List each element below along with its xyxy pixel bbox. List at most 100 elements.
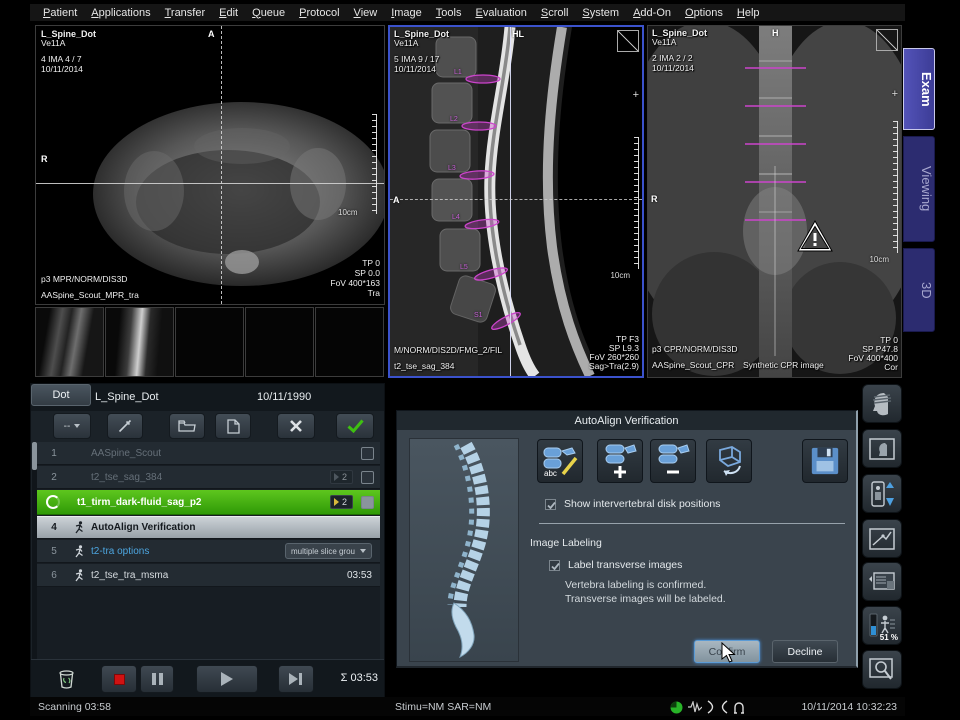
image-review-button[interactable] bbox=[862, 429, 902, 468]
menu-protocol[interactable]: Protocol bbox=[292, 7, 346, 19]
menu-scroll[interactable]: Scroll bbox=[534, 7, 576, 19]
viewport-axial[interactable]: L_Spine_Dot Ve11A 4 IMA 4 / 7 10/11/2014… bbox=[35, 25, 385, 305]
vp1-orientation-top: A bbox=[208, 29, 215, 39]
thumbnail-sagittal-2[interactable] bbox=[105, 307, 174, 377]
vp1-date: 10/11/2014 bbox=[41, 64, 83, 74]
show-disks-checkbox-row[interactable]: Show intervertebral disk positions bbox=[545, 498, 720, 510]
thumbnail-empty-1[interactable] bbox=[175, 307, 244, 377]
cancel-step-button[interactable] bbox=[277, 413, 315, 439]
table-position-button[interactable] bbox=[862, 474, 902, 513]
vp3-software-version: Ve11A bbox=[652, 37, 676, 47]
vp3-scale-ruler bbox=[893, 121, 898, 253]
close-icon bbox=[289, 419, 303, 433]
vp1-fov: FoV 400*163 bbox=[330, 278, 380, 288]
audio-left-icon bbox=[720, 700, 728, 714]
menu-transfer[interactable]: Transfer bbox=[158, 7, 213, 19]
decline-button[interactable]: Decline bbox=[772, 640, 838, 663]
layout-panel-button[interactable] bbox=[862, 562, 902, 601]
axial-mri-image bbox=[36, 26, 384, 304]
image-search-button[interactable] bbox=[862, 650, 902, 689]
dot-engine-button[interactable]: Dot bbox=[31, 384, 91, 406]
thumbnail-empty-3[interactable] bbox=[315, 307, 384, 377]
menu-patient[interactable]: Patient bbox=[36, 7, 84, 19]
series-stamp-icon[interactable] bbox=[361, 471, 374, 484]
series-stamp-icon[interactable] bbox=[361, 496, 374, 509]
image-head-icon bbox=[869, 438, 895, 460]
step-row-aaspine-scout[interactable]: 1 AASpine_Scout bbox=[37, 442, 380, 465]
copy-step-button[interactable] bbox=[215, 413, 251, 439]
viewport-sagittal[interactable]: L1 L2 L3 L4 L5 S1 L_Spine_Dot Ve11A 5 IM… bbox=[388, 25, 644, 378]
step-row-t1-tirm-running[interactable]: t1_tirm_dark-fluid_sag_p2 2 bbox=[37, 490, 380, 515]
vp2-date: 10/11/2014 bbox=[394, 64, 436, 74]
open-protocol-button[interactable] bbox=[169, 413, 205, 439]
step-row-autoalign-selected[interactable]: 4 AutoAlign Verification bbox=[37, 516, 380, 539]
skip-step-button[interactable] bbox=[278, 665, 314, 693]
menu-applications[interactable]: Applications bbox=[84, 7, 157, 19]
apply-step-button[interactable] bbox=[336, 413, 374, 439]
viewport-coronal[interactable]: L_Spine_Dot Ve11A 2 IMA 2 / 2 10/11/2014… bbox=[647, 25, 902, 378]
vp2-corner-handle-icon[interactable] bbox=[617, 30, 639, 52]
dialog-title: AutoAlign Verification bbox=[397, 411, 856, 430]
sar-monitor-button[interactable]: 51 % bbox=[862, 606, 902, 645]
menu-view[interactable]: View bbox=[347, 7, 385, 19]
step-row-t2-tse-sag[interactable]: 2 t2_tse_sag_384 2 bbox=[37, 466, 380, 489]
vp3-corner-handle-icon[interactable] bbox=[876, 29, 898, 51]
tab-viewing[interactable]: Viewing bbox=[903, 136, 935, 242]
stop-icon bbox=[114, 674, 125, 685]
slice-group-dropdown[interactable]: multiple slice grou bbox=[285, 543, 372, 559]
reset-view-tool[interactable] bbox=[706, 439, 752, 483]
disk-label-l2: L2 bbox=[450, 116, 458, 123]
step-row-t2-tra-options[interactable]: 5 t2-tra options multiple slice grou bbox=[37, 540, 380, 563]
series-stamp-icon[interactable] bbox=[361, 447, 374, 460]
checkbox-checked-icon[interactable] bbox=[545, 499, 556, 510]
stop-scan-button[interactable] bbox=[101, 665, 137, 693]
step-row-t2-tse-tra[interactable]: 6 t2_tse_tra_msma 03:53 bbox=[37, 564, 380, 587]
pause-icon bbox=[152, 673, 163, 685]
delete-queue-button[interactable] bbox=[51, 665, 81, 693]
divider bbox=[539, 523, 845, 524]
inline-display-button[interactable] bbox=[862, 519, 902, 558]
vp2-plus-marker: + bbox=[633, 89, 639, 101]
menu-image[interactable]: Image bbox=[384, 7, 429, 19]
label-vertebra-tool[interactable]: abc bbox=[537, 439, 583, 483]
label-transverse-checkbox-row[interactable]: Label transverse images bbox=[549, 559, 682, 571]
menu-evaluation[interactable]: Evaluation bbox=[468, 7, 533, 19]
menu-help[interactable]: Help bbox=[730, 7, 767, 19]
vp3-image-counter: 2 IMA 2 / 2 bbox=[652, 53, 693, 63]
step-label: AutoAlign Verification bbox=[91, 522, 380, 533]
thumbnail-sagittal-1[interactable] bbox=[35, 307, 104, 377]
menu-tools[interactable]: Tools bbox=[429, 7, 469, 19]
tab-exam[interactable]: Exam bbox=[903, 48, 935, 130]
patient-registration-button[interactable] bbox=[862, 384, 902, 423]
menu-bar: Patient Applications Transfer Edit Queue… bbox=[30, 4, 905, 22]
checkbox-checked-icon[interactable] bbox=[549, 560, 560, 571]
head-icon bbox=[870, 391, 894, 417]
pause-scan-button[interactable] bbox=[140, 665, 174, 693]
continue-scan-button[interactable] bbox=[196, 665, 258, 693]
add-vertebra-tool[interactable] bbox=[597, 439, 643, 483]
vp1-orientation-left: R bbox=[41, 154, 48, 164]
pause-selector-button[interactable]: -- bbox=[53, 413, 91, 439]
remove-vertebra-tool[interactable] bbox=[650, 439, 696, 483]
menu-edit[interactable]: Edit bbox=[212, 7, 245, 19]
coronal-mri-image bbox=[648, 26, 901, 377]
total-scan-time: Σ 03:53 bbox=[341, 672, 378, 684]
edit-protocol-button[interactable] bbox=[107, 413, 143, 439]
step-number: 6 bbox=[37, 570, 71, 581]
system-status-icon bbox=[670, 701, 683, 714]
tab-3d[interactable]: 3D bbox=[903, 248, 935, 332]
save-tool[interactable] bbox=[802, 439, 848, 483]
folder-icon bbox=[178, 419, 196, 433]
menu-addon[interactable]: Add-On bbox=[626, 7, 678, 19]
search-image-icon bbox=[869, 658, 895, 682]
step-label: AASpine_Scout bbox=[91, 448, 361, 459]
headset-icon bbox=[733, 700, 745, 714]
layout-panels-icon bbox=[868, 571, 896, 593]
thumbnail-empty-2[interactable] bbox=[245, 307, 314, 377]
step-number: 5 bbox=[37, 546, 71, 557]
menu-options[interactable]: Options bbox=[678, 7, 730, 19]
menu-system[interactable]: System bbox=[575, 7, 626, 19]
menu-queue[interactable]: Queue bbox=[245, 7, 292, 19]
vp1-slice-position: SP 0.0 bbox=[355, 268, 380, 278]
runner-icon bbox=[74, 521, 85, 534]
